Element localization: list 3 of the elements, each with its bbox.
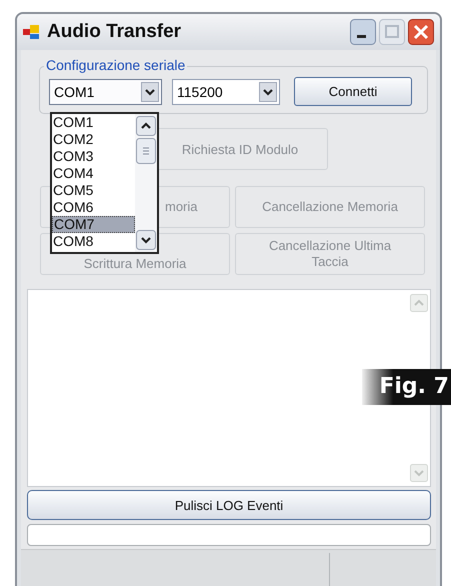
figure-label: Fig. 7 — [362, 369, 451, 405]
window-title: Audio Transfer — [47, 21, 182, 43]
group-title: Configurazione seriale — [44, 57, 188, 73]
